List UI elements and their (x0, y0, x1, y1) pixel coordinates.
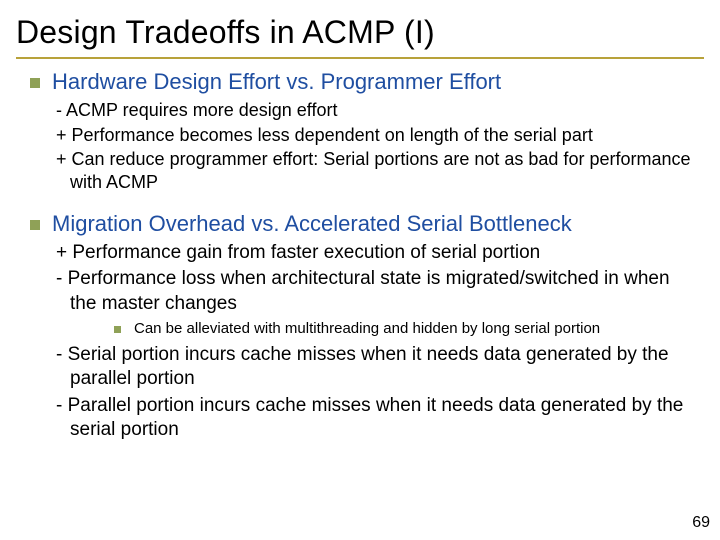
slide-body: Hardware Design Effort vs. Programmer Ef… (0, 69, 720, 442)
section-heading-1-text: Hardware Design Effort vs. Programmer Ef… (52, 69, 501, 94)
bullet-item: - ACMP requires more design effort (26, 99, 694, 122)
page-number: 69 (692, 514, 710, 532)
bullet-item: - Parallel portion incurs cache misses w… (26, 394, 694, 443)
slide-title: Design Tradeoffs in ACMP (I) (0, 0, 720, 57)
square-bullet-icon (114, 326, 121, 333)
sub-bullet-item: Can be alleviated with multithreading an… (26, 320, 694, 337)
sub-bullet-text: Can be alleviated with multithreading an… (134, 320, 600, 337)
square-bullet-icon (30, 78, 40, 88)
bullet-item: - Performance loss when architectural st… (26, 267, 694, 316)
slide: Design Tradeoffs in ACMP (I) Hardware De… (0, 0, 720, 540)
bullet-item: + Performance becomes less dependent on … (26, 124, 694, 147)
section-heading-2-text: Migration Overhead vs. Accelerated Seria… (52, 211, 572, 236)
bullet-item: + Performance gain from faster execution… (26, 241, 694, 265)
square-bullet-icon (30, 220, 40, 230)
section-heading-1: Hardware Design Effort vs. Programmer Ef… (26, 69, 694, 95)
title-underline (16, 57, 704, 59)
bullet-item: - Serial portion incurs cache misses whe… (26, 343, 694, 392)
section-heading-2: Migration Overhead vs. Accelerated Seria… (26, 211, 694, 237)
bullet-item: + Can reduce programmer effort: Serial p… (26, 148, 694, 193)
